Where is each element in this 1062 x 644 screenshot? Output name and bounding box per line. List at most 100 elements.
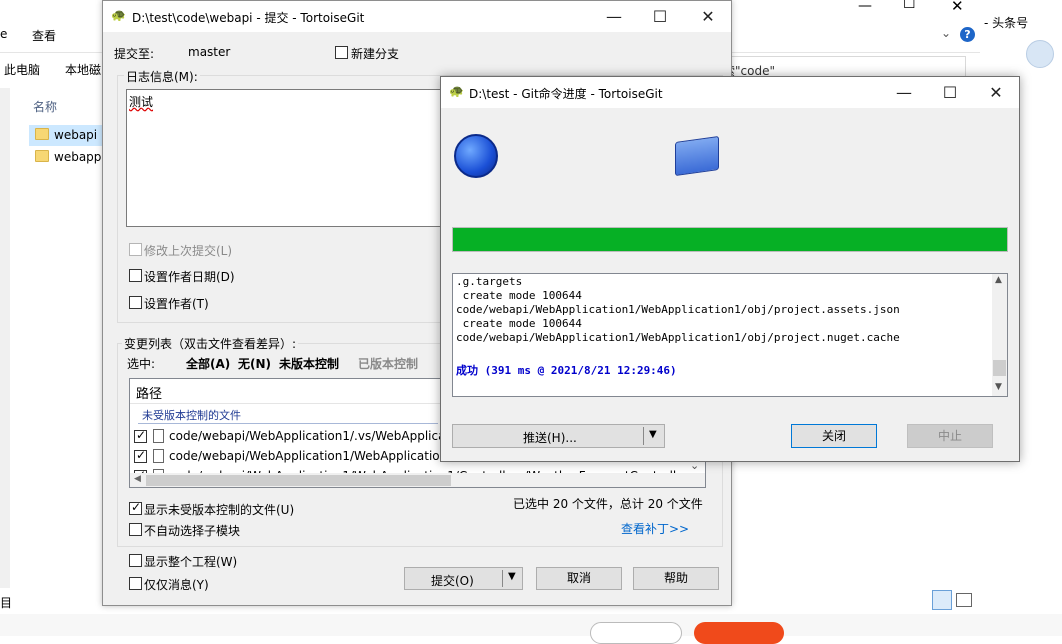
changes-label: 变更列表（双击文件查看差异）: [122,335,299,352]
minimize-icon[interactable]: — [591,1,637,32]
file-path: code/webapi/WebApplication1/.vs/WebAppli… [169,429,469,443]
log-line: create mode 100644 [456,289,582,302]
progress-bar [452,227,1008,252]
side-label: - 头条号 [984,16,1029,30]
column-path[interactable]: 路径 [136,383,162,402]
branch-name[interactable]: master [188,45,230,59]
commit-to-label: 提交至: [114,47,155,61]
commit-button-label: 提交(O) [431,574,474,588]
tortoisegit-icon: 🐢 [111,8,126,22]
show-unversioned-label[interactable]: 显示未受版本控制的文件(U) [144,501,294,518]
maximize-icon[interactable]: ☐ [927,77,973,108]
log-line: code/webapi/WebApplication1/WebApplicati… [456,303,900,316]
new-branch-checkbox[interactable] [335,46,348,59]
cancel-button[interactable]: 取消 [536,567,622,590]
group-underline [138,423,438,424]
help-icon[interactable]: ? [960,27,975,42]
push-button-label: 推送(H)... [523,431,577,445]
log-line: code/webapi/WebApplication1/WebApplicati… [456,331,900,344]
selected-summary: 已选中 20 个文件，总计 20 个文件 [513,497,703,511]
file-icon [153,429,164,443]
close-icon[interactable]: ✕ [951,0,964,15]
close-icon[interactable]: ✕ [685,1,731,32]
close-icon[interactable]: ✕ [973,77,1019,108]
amend-checkbox[interactable] [129,243,142,256]
help-button[interactable]: 帮助 [633,567,719,590]
commit-title: D:\test\code\webapi - 提交 - TortoiseGit [132,11,365,25]
horizontal-scrollbar[interactable]: ◀ [130,473,705,487]
breadcrumb-disk[interactable]: 本地磁 [65,61,101,78]
large-icons-view-icon[interactable] [956,593,972,607]
progress-titlebar[interactable]: 🐢 D:\test - Git命令进度 - TortoiseGit — ☐ ✕ [441,77,1019,108]
secondary-pill-button[interactable] [590,622,682,644]
group-header-unversioned: 未受版本控制的文件 [142,409,241,422]
menu-fragment: e [0,27,8,41]
commit-button[interactable]: 提交(O) ▼ [404,567,523,590]
dropdown-arrow-icon[interactable]: ▼ [508,571,516,582]
split-divider [643,427,644,445]
push-button[interactable]: 推送(H)... ▼ [452,424,665,448]
author-label[interactable]: 设置作者(T) [144,295,209,312]
file-icon [153,449,164,463]
nav-pane-edge [0,88,10,588]
select-all-link[interactable]: 全部(A) [186,355,230,372]
menu-view[interactable]: 查看 [32,27,56,44]
message-only-checkbox[interactable] [129,577,142,590]
scroll-left-icon[interactable]: ◀ [134,474,141,484]
select-label: 选中: [127,357,156,371]
show-unversioned-checkbox[interactable] [129,500,142,515]
column-name[interactable]: 名称 [33,98,57,115]
close-button[interactable]: 关闭 [791,424,877,448]
minimize-icon[interactable]: — [881,77,927,108]
log-success-line: 成功 (391 ms @ 2021/8/21 12:29:46) [456,364,677,377]
no-auto-submodule-label[interactable]: 不自动选择子模块 [144,522,240,539]
message-text: 测试 [129,95,154,109]
log-line: create mode 100644 [456,317,582,330]
scroll-up-icon[interactable]: ▲ [995,275,1002,285]
bottom-bar [0,614,1062,644]
minimize-icon[interactable]: — [858,0,872,14]
breadcrumb-pc[interactable]: 此电脑 [4,61,40,78]
folder-icon [35,128,49,140]
details-view-icon[interactable] [932,590,952,610]
globe-icon [454,134,498,178]
file-path: code/webapi/WebApplication1/WebApplicati… [169,449,469,463]
log-line: .g.targets [456,275,523,288]
no-auto-submodule-checkbox[interactable] [129,523,142,536]
progress-title: D:\test - Git命令进度 - TortoiseGit [469,87,663,101]
select-unversioned-link[interactable]: 未版本控制 [279,355,339,372]
abort-button[interactable]: 中止 [907,424,993,448]
author-date-label[interactable]: 设置作者日期(D) [144,268,235,285]
row-checkbox[interactable] [134,428,147,443]
show-whole-project-checkbox[interactable] [129,554,142,567]
scroll-thumb[interactable] [146,475,451,486]
status-fragment: 目 [0,596,13,610]
scroll-thumb[interactable] [993,360,1006,376]
maximize-icon[interactable]: ☐ [903,0,916,12]
avatar[interactable] [1026,40,1054,68]
folder-icon [35,150,49,162]
show-whole-project-label[interactable]: 显示整个工程(W) [144,553,237,570]
commit-titlebar[interactable]: 🐢 D:\test\code\webapi - 提交 - TortoiseGit… [103,1,731,32]
primary-pill-button[interactable] [694,622,784,644]
maximize-icon[interactable]: ☐ [637,1,683,32]
split-divider [502,570,503,587]
new-branch-label[interactable]: 新建分支 [351,45,399,62]
tortoisegit-icon: 🐢 [449,84,464,98]
output-log[interactable]: .g.targets create mode 100644 code/webap… [452,273,1008,397]
amend-label: 修改上次提交(L) [144,244,233,258]
message-only-label[interactable]: 仅仅消息(Y) [144,576,209,593]
scroll-down-icon[interactable]: ▼ [995,382,1002,392]
author-checkbox[interactable] [129,296,142,309]
row-checkbox[interactable] [134,448,147,463]
vertical-scrollbar[interactable]: ▲ ▼ [992,274,1007,396]
dropdown-arrow-icon[interactable]: ▼ [649,429,657,440]
list-item[interactable]: webapp [54,150,101,164]
git-progress-dialog: 🐢 D:\test - Git命令进度 - TortoiseGit — ☐ ✕ … [440,76,1020,462]
author-date-checkbox[interactable] [129,269,142,282]
list-item[interactable]: webapi [54,128,97,142]
chevron-down-icon[interactable]: ⌄ [941,26,951,40]
view-patch-link[interactable]: 查看补丁>> [621,520,689,537]
select-versioned-link[interactable]: 已版本控制 [358,355,418,372]
select-none-link[interactable]: 无(N) [238,355,271,372]
